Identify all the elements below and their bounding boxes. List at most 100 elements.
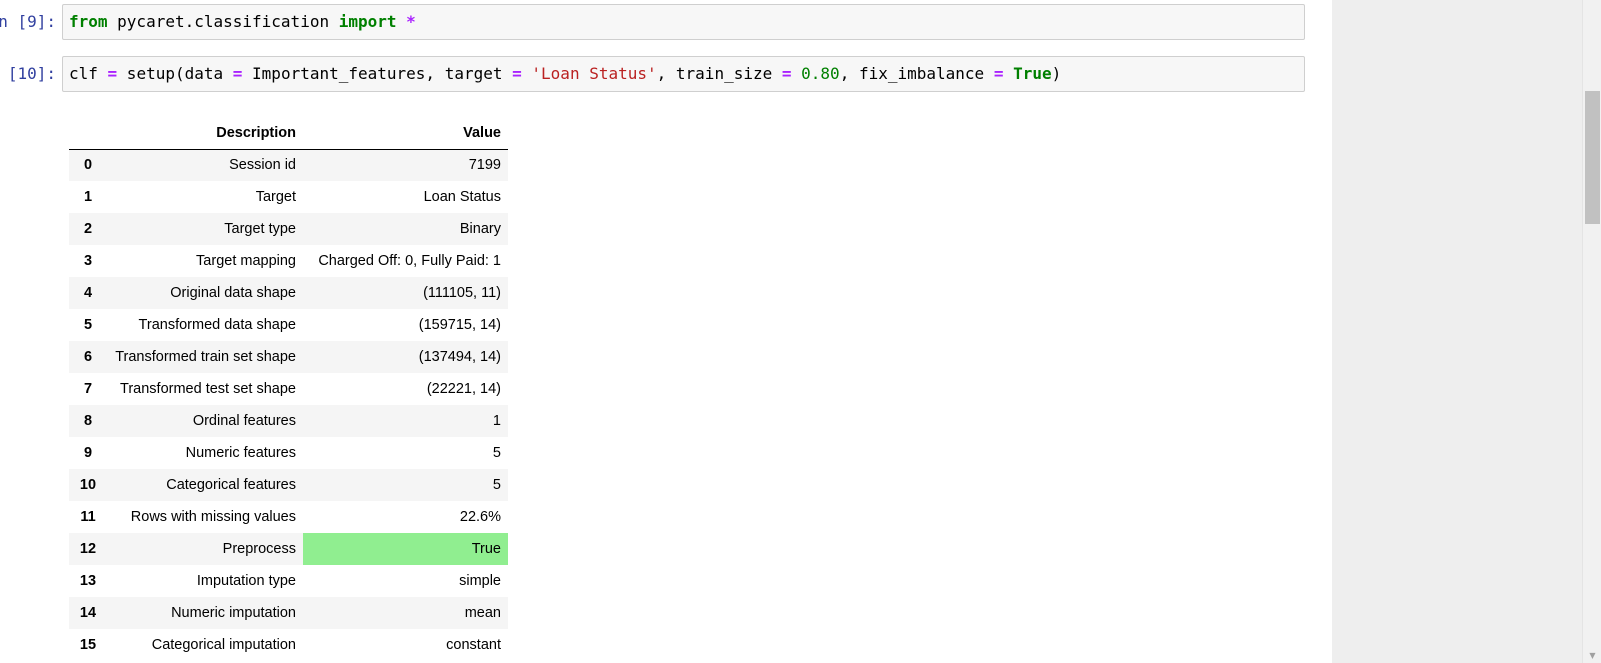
row-description: Target mapping (196, 253, 296, 269)
table-row: 13 Imputation type simple (69, 565, 508, 597)
row-description: Categorical features (166, 477, 296, 493)
row-index: 12 (79, 541, 97, 557)
table-row: 5 Transformed data shape (159715, 14) (69, 309, 508, 341)
code-token: , fix_imbalance (839, 64, 994, 83)
table-row: 6 Transformed train set shape (137494, 14) (69, 341, 508, 373)
row-value: (22221, 14) (426, 381, 501, 397)
code-token: * (406, 12, 416, 31)
row-index: 4 (83, 285, 93, 301)
code-token: = (232, 64, 243, 83)
row-value: simple (459, 573, 501, 589)
row-description: Transformed data shape (138, 317, 296, 333)
row-value: constant (446, 637, 501, 653)
row-value: (137494, 14) (418, 349, 501, 365)
code-token: , train_size (656, 64, 782, 83)
row-description: Session id (229, 157, 296, 174)
row-index: 7 (83, 381, 93, 397)
code-token: = (107, 64, 118, 83)
code-token: import (338, 12, 397, 31)
code-token: = (512, 64, 522, 83)
row-description: Numeric imputation (171, 605, 296, 621)
cell-prompt: n [9]: (0, 12, 56, 31)
notebook-area: n [9]: from pycaret.classification impor… (0, 0, 1332, 663)
row-value: Binary (459, 221, 501, 237)
row-value: 5 (492, 477, 501, 493)
row-description: Numeric features (185, 445, 296, 461)
cell-prompt: [10]: (7, 64, 56, 83)
row-description: Target (255, 189, 296, 205)
row-index: 3 (83, 253, 93, 269)
code-token: setup(data (117, 64, 233, 83)
scrollbar-thumb[interactable] (1585, 91, 1600, 224)
code-token: ) (1051, 64, 1062, 83)
row-index: 11 (80, 509, 96, 525)
row-value: Charged Off: 0, Fully Paid: 1 (318, 253, 501, 269)
code-input[interactable]: from pycaret.classification import * (62, 4, 1305, 40)
row-description: Transformed train set shape (115, 349, 296, 365)
table-row: 2 Target type Binary (69, 213, 508, 245)
row-index: 14 (79, 605, 97, 621)
right-gutter (1332, 0, 1582, 663)
row-description: Categorical imputation (151, 637, 296, 653)
row-index: 2 (83, 221, 93, 237)
table-row: 0 Session id 7199 (69, 149, 508, 181)
row-description: Imputation type (196, 573, 296, 589)
index-header (69, 117, 107, 150)
row-value: 22.6% (459, 509, 501, 525)
row-description: Original data shape (170, 285, 296, 301)
row-description: Transformed test set shape (120, 381, 296, 397)
code-token: = (781, 64, 792, 83)
row-description: Target type (224, 221, 296, 237)
row-index: 5 (83, 317, 93, 333)
table-row: 3 Target mapping Charged Off: 0, Fully Pai… (69, 245, 508, 277)
table-row: 7 Transformed test set shape (22221, 14) (69, 373, 508, 405)
code-token: 0.80 (801, 64, 840, 83)
row-index: 9 (83, 445, 93, 461)
table-row: 4 Original data shape (111105, 11) (69, 277, 508, 309)
table-body: 0 Session id 7199 1 Target Loan Status 2 Target… (69, 149, 508, 661)
code-token: Important_features, target (242, 64, 513, 83)
row-value-highlighted: True (303, 533, 508, 565)
table-row: 15 Categorical imputation constant (69, 629, 508, 661)
code-token: = (993, 64, 1004, 83)
row-index: 0 (83, 157, 93, 174)
table-header-row: Description Value (69, 117, 508, 150)
table-row: 8 Ordinal features 1 (69, 405, 508, 437)
table-row: 12 Preprocess True (69, 533, 508, 565)
row-description: Preprocess (222, 541, 296, 557)
row-index: 15 (79, 637, 97, 653)
row-description: Ordinal features (192, 413, 296, 429)
code-token: pycaret.classification (107, 12, 339, 31)
row-value: Loan Status (423, 189, 501, 205)
row-value: 7199 (468, 157, 501, 174)
row-index: 13 (79, 573, 97, 589)
description-header: Description (107, 117, 303, 150)
scroll-down-arrow-icon[interactable]: ▼ (1587, 652, 1598, 660)
value-header: Value (303, 117, 508, 150)
row-value: mean (464, 605, 501, 621)
row-index: 1 (83, 189, 93, 205)
table-row: 11 Rows with missing values 22.6% (69, 501, 508, 533)
setup-output-table: Description Value 0 Session id 7199 1 Target… (69, 117, 508, 661)
row-value: (159715, 14) (418, 317, 501, 333)
code-input[interactable]: clf = setup(data = Important_features, t… (62, 56, 1305, 92)
code-token: from (69, 12, 108, 31)
table-row: 1 Target Loan Status (69, 181, 508, 213)
row-index: 6 (83, 349, 93, 365)
row-description: Rows with missing values (130, 509, 296, 525)
table-row: 10 Categorical features 5 (69, 469, 508, 501)
row-index: 8 (83, 413, 93, 429)
vertical-scrollbar[interactable]: ▼ (1582, 0, 1601, 663)
row-value: 1 (492, 413, 501, 429)
row-index: 10 (79, 477, 97, 493)
table-row: 9 Numeric features 5 (69, 437, 508, 469)
code-token: 'Loan Status' (531, 64, 657, 83)
row-value: 5 (492, 445, 501, 461)
code-token: True (1013, 64, 1052, 83)
table-row: 14 Numeric imputation mean (69, 597, 508, 629)
row-value: (111105, 11) (423, 285, 501, 301)
